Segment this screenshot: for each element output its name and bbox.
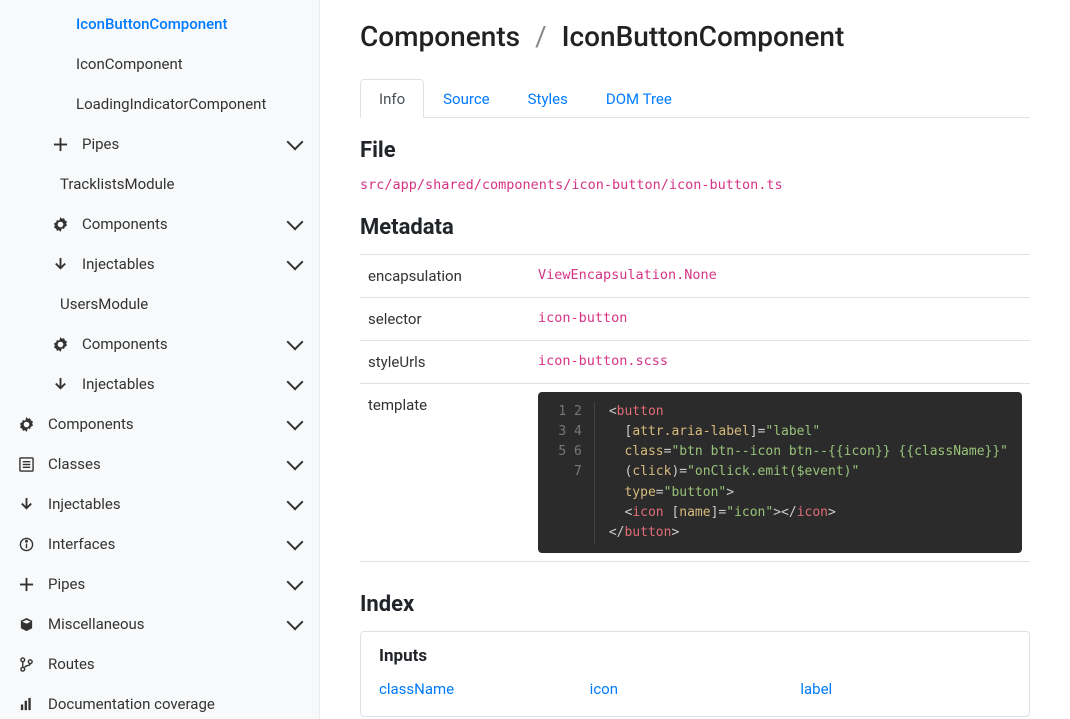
- metadata-key: encapsulation: [360, 255, 530, 298]
- plus-icon: [18, 576, 34, 592]
- tab-source[interactable]: Source: [424, 79, 508, 118]
- sidebar-item-label: Pipes: [82, 135, 289, 153]
- section-metadata-heading: Metadata: [360, 215, 1030, 240]
- sidebar-item-injectables[interactable]: Injectables: [0, 244, 319, 284]
- sidebar-item-classes[interactable]: Classes: [0, 444, 319, 484]
- info-icon: [18, 536, 34, 552]
- sidebar-item-components[interactable]: Components: [0, 204, 319, 244]
- sidebar-item-pipes[interactable]: Pipes: [0, 564, 319, 604]
- sidebar-item-injectables[interactable]: Injectables: [0, 484, 319, 524]
- chevron-down-icon: [287, 454, 304, 471]
- breadcrumb-separator: /: [535, 20, 547, 53]
- gear-icon: [18, 416, 34, 432]
- metadata-table: encapsulationViewEncapsulation.Noneselec…: [360, 254, 1030, 562]
- sidebar-item-label: IconComponent: [76, 55, 301, 73]
- sidebar-item-label: LoadingIndicatorComponent: [76, 95, 301, 113]
- inputs-row: classNameiconlabel: [379, 680, 1011, 698]
- section-file-heading: File: [360, 138, 1030, 163]
- sidebar-item-label: Injectables: [82, 255, 289, 273]
- metadata-value: ViewEncapsulation.None: [530, 255, 1030, 298]
- sidebar-item-documentation-coverage[interactable]: Documentation coverage: [0, 684, 319, 719]
- metadata-row: encapsulationViewEncapsulation.None: [360, 255, 1030, 298]
- input-link-label[interactable]: label: [800, 680, 1011, 698]
- branch-icon: [18, 656, 34, 672]
- arrow-down-icon: [18, 496, 34, 512]
- sidebar-item-label: Routes: [48, 655, 301, 673]
- sidebar-item-label: IconButtonComponent: [76, 15, 301, 33]
- list-icon: [18, 456, 34, 472]
- sidebar-item-label: TracklistsModule: [60, 175, 301, 193]
- sidebar-item-pipes[interactable]: Pipes: [0, 124, 319, 164]
- breadcrumb-current: IconButtonComponent: [562, 20, 845, 53]
- bars-icon: [18, 696, 34, 712]
- metadata-key: styleUrls: [360, 341, 530, 384]
- tab-info[interactable]: Info: [360, 79, 424, 118]
- sidebar-item-miscellaneous[interactable]: Miscellaneous: [0, 604, 319, 644]
- chevron-down-icon: [287, 254, 304, 271]
- cube-icon: [18, 616, 34, 632]
- sidebar-item-injectables[interactable]: Injectables: [0, 364, 319, 404]
- chevron-down-icon: [287, 494, 304, 511]
- code-line-numbers: 1 2 3 4 5 6 7: [538, 402, 595, 543]
- input-link-icon[interactable]: icon: [590, 680, 801, 698]
- tab-styles[interactable]: Styles: [509, 79, 587, 118]
- gear-icon: [52, 336, 68, 352]
- metadata-row: selectoricon-button: [360, 298, 1030, 341]
- chevron-down-icon: [287, 214, 304, 231]
- section-index-heading: Index: [360, 592, 1030, 617]
- metadata-row: styleUrlsicon-button.scss: [360, 341, 1030, 384]
- breadcrumb: Components / IconButtonComponent: [360, 20, 1030, 53]
- file-path: src/app/shared/components/icon-button/ic…: [360, 177, 1030, 193]
- sidebar-item-iconbuttoncomponent[interactable]: IconButtonComponent: [0, 4, 319, 44]
- chevron-down-icon: [287, 374, 304, 391]
- chevron-down-icon: [287, 334, 304, 351]
- arrow-down-icon: [52, 376, 68, 392]
- main-content: Components / IconButtonComponent InfoSou…: [320, 0, 1070, 719]
- sidebar-item-usersmodule[interactable]: UsersModule: [0, 284, 319, 324]
- metadata-key: template: [360, 384, 530, 562]
- metadata-value: icon-button: [530, 298, 1030, 341]
- template-code-block: 1 2 3 4 5 6 7<button [attr.aria-label]="…: [538, 392, 1022, 553]
- code-lines: <button [attr.aria-label]="label" class=…: [595, 402, 1022, 543]
- chevron-down-icon: [287, 614, 304, 631]
- chevron-down-icon: [287, 414, 304, 431]
- sidebar-item-label: Documentation coverage: [48, 695, 301, 713]
- inputs-card: Inputs classNameiconlabel: [360, 631, 1030, 717]
- inputs-heading: Inputs: [379, 646, 1011, 666]
- input-link-classname[interactable]: className: [379, 680, 590, 698]
- sidebar-item-label: Miscellaneous: [48, 615, 289, 633]
- sidebar-item-label: Injectables: [82, 375, 289, 393]
- arrow-down-icon: [52, 256, 68, 272]
- breadcrumb-parent[interactable]: Components: [360, 20, 520, 53]
- metadata-row-template: template1 2 3 4 5 6 7<button [attr.aria-…: [360, 384, 1030, 562]
- sidebar-item-loadingindicatorcomponent[interactable]: LoadingIndicatorComponent: [0, 84, 319, 124]
- sidebar-item-iconcomponent[interactable]: IconComponent: [0, 44, 319, 84]
- sidebar-item-label: Components: [82, 335, 289, 353]
- sidebar-item-routes[interactable]: Routes: [0, 644, 319, 684]
- sidebar-item-tracklistsmodule[interactable]: TracklistsModule: [0, 164, 319, 204]
- chevron-down-icon: [287, 534, 304, 551]
- sidebar-item-label: Injectables: [48, 495, 289, 513]
- sidebar-item-interfaces[interactable]: Interfaces: [0, 524, 319, 564]
- metadata-key: selector: [360, 298, 530, 341]
- metadata-value: icon-button.scss: [530, 341, 1030, 384]
- sidebar-item-components[interactable]: Components: [0, 324, 319, 364]
- sidebar-item-label: Components: [48, 415, 289, 433]
- chevron-down-icon: [287, 574, 304, 591]
- sidebar-item-label: Pipes: [48, 575, 289, 593]
- sidebar-item-label: Components: [82, 215, 289, 233]
- sidebar-item-label: Classes: [48, 455, 289, 473]
- chevron-down-icon: [287, 134, 304, 151]
- plus-icon: [52, 136, 68, 152]
- tabs: InfoSourceStylesDOM Tree: [360, 79, 1030, 118]
- gear-icon: [52, 216, 68, 232]
- tab-dom-tree[interactable]: DOM Tree: [587, 79, 691, 118]
- sidebar-item-label: UsersModule: [60, 295, 301, 313]
- sidebar-nav: IconButtonComponent IconComponent LoadingI…: [0, 0, 320, 719]
- sidebar-item-components[interactable]: Components: [0, 404, 319, 444]
- sidebar-item-label: Interfaces: [48, 535, 289, 553]
